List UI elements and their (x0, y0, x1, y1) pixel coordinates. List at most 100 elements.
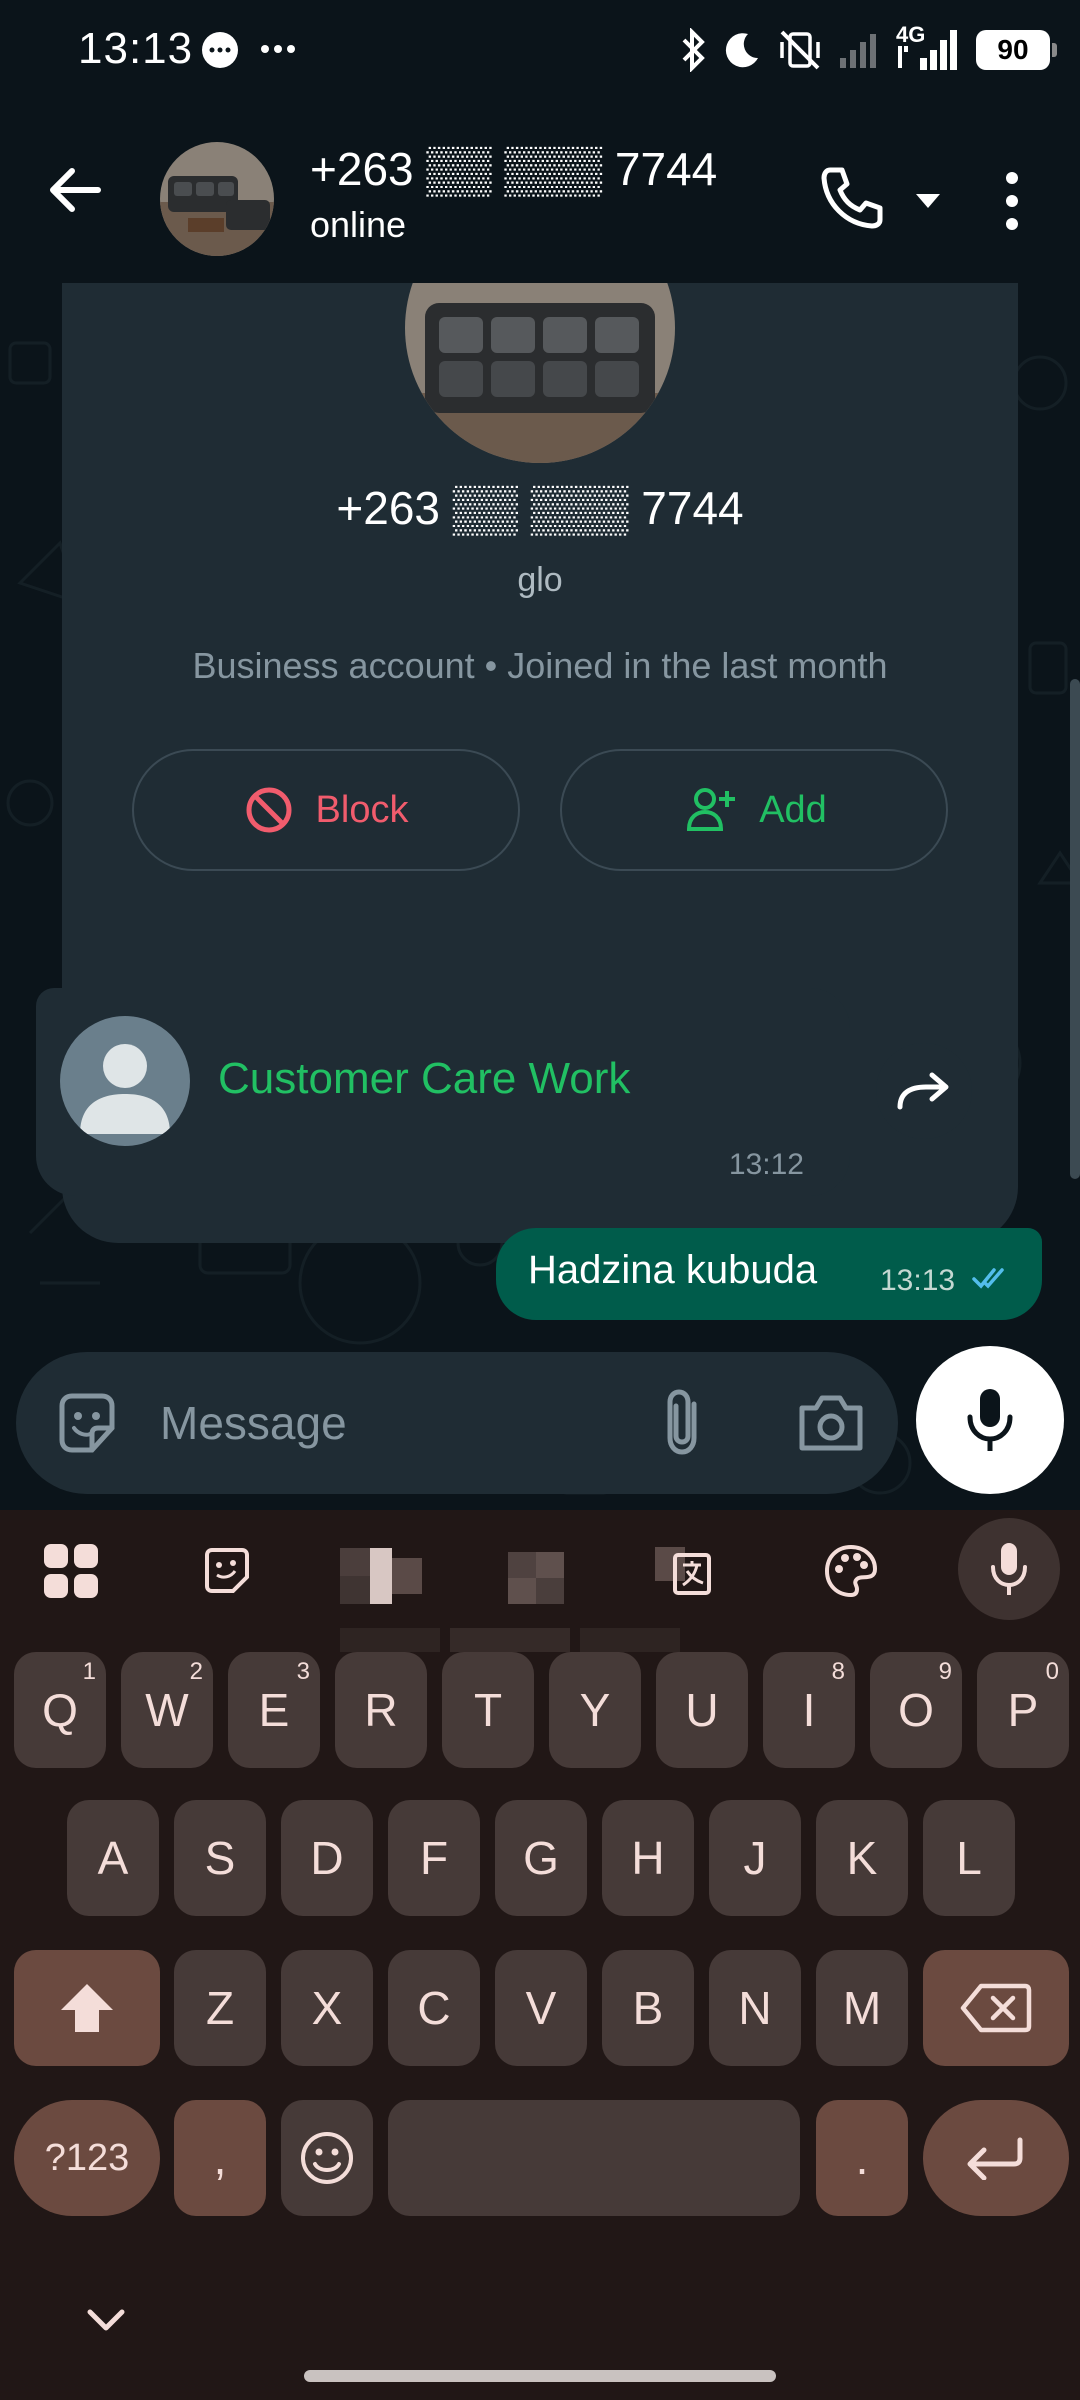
message-input[interactable] (160, 1388, 620, 1458)
sticker-emoji-icon[interactable] (52, 1388, 122, 1458)
hide-keyboard-icon[interactable] (84, 2306, 128, 2334)
key-y[interactable]: Y (549, 1652, 641, 1768)
forward-button[interactable] (876, 1043, 972, 1139)
key-w[interactable]: W2 (121, 1652, 213, 1768)
add-person-icon (687, 788, 736, 831)
translate-icon[interactable] (650, 1538, 716, 1604)
read-receipt-icon (972, 1268, 1004, 1289)
text-editing-icon[interactable] (508, 1552, 564, 1604)
sofa-photo-icon (405, 283, 675, 463)
shared-contact-message[interactable]: Customer Care Work 13:12 (36, 988, 850, 1196)
key-d[interactable]: D (281, 1800, 373, 1916)
key-n[interactable]: N (709, 1950, 801, 2066)
phone-icon[interactable] (816, 162, 886, 232)
key-m[interactable]: M (816, 1950, 908, 2066)
clipboard-icon[interactable] (340, 1548, 422, 1604)
shared-contact-name[interactable]: Customer Care Work (218, 1054, 630, 1104)
profile-phone-number: +263 ▒▒ ▒▒▒ 7744 (336, 482, 744, 534)
chat-area[interactable]: +263 ▒▒ ▒▒▒ 7744 glo Business account • … (0, 283, 1080, 1510)
apps-grid-icon[interactable] (38, 1538, 104, 1604)
key-v[interactable]: V (495, 1950, 587, 2066)
microphone-icon (967, 1389, 1013, 1451)
block-button[interactable]: Block (132, 749, 520, 871)
key-k[interactable]: K (816, 1800, 908, 1916)
vibrate-off-icon (780, 30, 820, 70)
key-r[interactable]: R (335, 1652, 427, 1768)
profile-account-info: Business account • Joined in the last mo… (192, 645, 888, 686)
suggestion-strip[interactable] (340, 1628, 680, 1652)
key-z[interactable]: Z (174, 1950, 266, 2066)
profile-photo[interactable] (405, 283, 675, 463)
backspace-key[interactable] (923, 1950, 1069, 2066)
shift-key[interactable] (14, 1950, 160, 2066)
on-screen-keyboard: Q1 W2 E3 R T Y U I8 O9 P0 A S D F G H J … (0, 1510, 1080, 2400)
backspace-icon (960, 1983, 1032, 2033)
forward-icon (897, 1072, 949, 1110)
key-c[interactable]: C (388, 1950, 480, 2066)
back-arrow-icon[interactable] (40, 155, 110, 225)
contact-avatar[interactable] (160, 142, 274, 256)
outgoing-message[interactable]: Hadzina kubuda 13:13 (496, 1228, 1042, 1320)
symbols-key[interactable]: ?123 (14, 2100, 160, 2216)
chevron-down-icon[interactable] (910, 182, 946, 218)
person-icon (80, 1044, 170, 1134)
key-b[interactable]: B (602, 1950, 694, 2066)
block-label: Block (315, 788, 409, 831)
key-l[interactable]: L (923, 1800, 1015, 1916)
key-i[interactable]: I8 (763, 1652, 855, 1768)
sticker-icon[interactable] (194, 1538, 260, 1604)
more-dots-icon (261, 45, 295, 53)
paperclip-icon[interactable] (650, 1386, 720, 1460)
scrollbar[interactable] (1070, 679, 1080, 1179)
key-g[interactable]: G (495, 1800, 587, 1916)
key-j[interactable]: J (709, 1800, 801, 1916)
shift-icon (61, 1984, 113, 2032)
message-bubble-icon (202, 32, 238, 68)
signal-icon (840, 34, 876, 68)
smiley-icon (301, 2132, 353, 2184)
space-key[interactable] (388, 2100, 800, 2216)
contact-placeholder-avatar (60, 1016, 190, 1146)
key-h[interactable]: H (602, 1800, 694, 1916)
voice-message-button[interactable] (916, 1346, 1064, 1494)
microphone-icon (991, 1543, 1027, 1595)
key-s[interactable]: S (174, 1800, 266, 1916)
status-bar: 13:13 4G 90 (0, 0, 1080, 100)
camera-icon[interactable] (794, 1386, 868, 1460)
block-icon (246, 787, 292, 833)
gesture-navigation-bar[interactable] (304, 2370, 776, 2382)
enter-icon (967, 2137, 1023, 2180)
more-vertical-icon[interactable] (990, 166, 1034, 236)
status-time: 13:13 (78, 24, 194, 73)
message-time: 13:13 (880, 1264, 956, 1297)
add-contact-button[interactable]: Add (560, 749, 948, 871)
emoji-key[interactable] (281, 2100, 373, 2216)
chat-header: +263 ▒▒ ▒▒▒ 7744 online (0, 100, 1080, 283)
key-t[interactable]: T (442, 1652, 534, 1768)
bluetooth-icon (682, 28, 705, 72)
key-u[interactable]: U (656, 1652, 748, 1768)
period-key[interactable]: . (816, 2100, 908, 2216)
palette-icon[interactable] (818, 1538, 884, 1604)
contact-status: online (310, 204, 407, 245)
enter-key[interactable] (923, 2100, 1069, 2216)
key-q[interactable]: Q1 (14, 1652, 106, 1768)
4g-signal-icon: 4G (896, 22, 962, 72)
key-p[interactable]: P0 (977, 1652, 1069, 1768)
key-o[interactable]: O9 (870, 1652, 962, 1768)
key-a[interactable]: A (67, 1800, 159, 1916)
key-f[interactable]: F (388, 1800, 480, 1916)
message-composer (16, 1352, 898, 1494)
sofa-photo-icon (160, 142, 274, 256)
key-x[interactable]: X (281, 1950, 373, 2066)
status-icons: 4G 90 (678, 22, 1057, 78)
battery-indicator: 90 (976, 30, 1057, 70)
voice-typing-button[interactable] (958, 1518, 1060, 1620)
moon-icon (725, 33, 758, 68)
message-time: 13:12 (728, 1148, 804, 1181)
contact-name[interactable]: +263 ▒▒ ▒▒▒ 7744 (310, 142, 717, 196)
message-text: Hadzina kubuda (528, 1248, 818, 1292)
keyboard-toolbar (0, 1510, 1080, 1652)
key-e[interactable]: E3 (228, 1652, 320, 1768)
comma-key[interactable]: , (174, 2100, 266, 2216)
